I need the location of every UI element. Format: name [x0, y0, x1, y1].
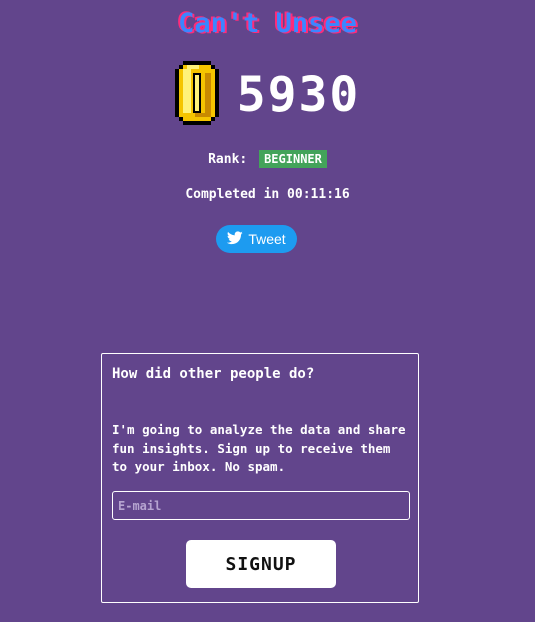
tweet-label: Tweet: [248, 231, 286, 247]
email-field[interactable]: [112, 491, 410, 520]
rank-row: Rank: BEGINNER: [0, 150, 535, 168]
twitter-bird-icon: [227, 230, 244, 248]
score-value: 5930: [236, 67, 361, 123]
panel-heading: How did other people do?: [112, 366, 315, 382]
rank-badge: BEGINNER: [259, 150, 327, 168]
signup-button[interactable]: SIGNUP: [186, 540, 336, 588]
game-title: Can't Unsee: [178, 8, 357, 39]
panel-description: I'm going to analyze the data and share …: [112, 422, 406, 474]
coin-icon: [174, 61, 219, 129]
tweet-button[interactable]: Tweet: [216, 225, 297, 253]
rank-label: Rank:: [208, 152, 248, 167]
score-display: 5930: [0, 61, 535, 129]
completion-time: Completed in 00:11:16: [185, 187, 350, 202]
signup-panel: How did other people do? I'm going to an…: [101, 353, 419, 603]
